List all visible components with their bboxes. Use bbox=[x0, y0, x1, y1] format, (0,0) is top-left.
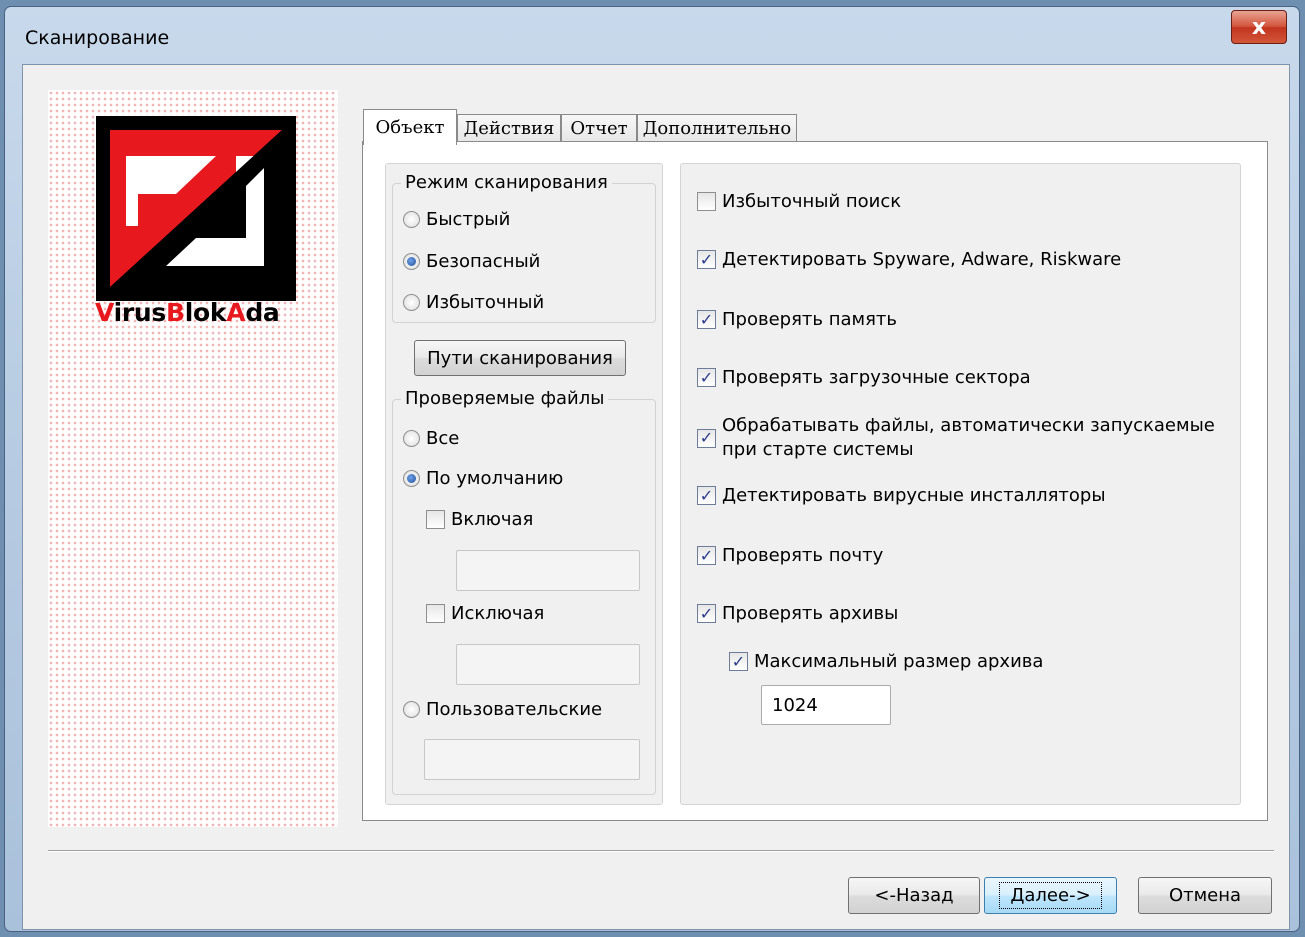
checkbox-including[interactable]: Включая bbox=[426, 509, 533, 530]
scan-paths-button[interactable]: Пути сканирования bbox=[414, 340, 626, 376]
cancel-button[interactable]: Отмена bbox=[1138, 877, 1272, 914]
excluding-input[interactable] bbox=[456, 644, 640, 685]
radio-circle[interactable] bbox=[403, 253, 420, 270]
checkbox-max-archive-size[interactable]: Максимальный размер архива bbox=[729, 651, 1043, 672]
next-button[interactable]: Далее-> bbox=[984, 877, 1117, 914]
scan-mode-title: Режим сканирования bbox=[401, 172, 612, 193]
checkbox-box[interactable] bbox=[697, 604, 716, 623]
radio-fast[interactable]: Быстрый bbox=[403, 209, 510, 230]
checkbox-box[interactable] bbox=[697, 310, 716, 329]
checkbox-check-boot-sectors[interactable]: Проверять загрузочные сектора bbox=[697, 367, 1031, 388]
files-group: Проверяемые файлы Все По умолчанию Включ… bbox=[392, 388, 656, 795]
window-title: Сканирование bbox=[25, 27, 170, 49]
left-panel: Режим сканирования Быстрый Безопасный Из… bbox=[385, 163, 663, 805]
separator-line bbox=[48, 850, 1274, 852]
radio-circle[interactable] bbox=[403, 701, 420, 718]
including-input[interactable] bbox=[456, 550, 640, 591]
custom-files-input[interactable] bbox=[424, 739, 640, 780]
checkbox-box[interactable] bbox=[697, 368, 716, 387]
checkbox-box[interactable] bbox=[697, 486, 716, 505]
radio-circle[interactable] bbox=[403, 211, 420, 228]
checkbox-redundant-search[interactable]: Избыточный поиск bbox=[697, 191, 901, 212]
max-archive-size-input[interactable]: 1024 bbox=[761, 685, 891, 725]
autorun-label: Обрабатывать файлы, автоматически запуск… bbox=[722, 415, 1215, 460]
logo-panel: VirusBlokAda bbox=[48, 90, 338, 827]
close-icon: x bbox=[1251, 14, 1267, 40]
scan-mode-group: Режим сканирования Быстрый Безопасный Из… bbox=[392, 172, 656, 323]
tab-page-object: Режим сканирования Быстрый Безопасный Из… bbox=[362, 141, 1268, 821]
checkbox-excluding[interactable]: Исключая bbox=[426, 603, 544, 624]
back-button[interactable]: <-Назад bbox=[848, 877, 980, 914]
radio-default-files[interactable]: По умолчанию bbox=[403, 468, 563, 489]
checkbox-box[interactable] bbox=[697, 428, 716, 448]
right-panel: Избыточный поиск Детектировать Spyware, … bbox=[680, 163, 1241, 805]
checkbox-box[interactable] bbox=[697, 546, 716, 565]
tab-report[interactable]: Отчет bbox=[561, 114, 637, 142]
checkbox-autorun-files[interactable]: Обрабатывать файлы, автоматически запуск… bbox=[697, 414, 1215, 462]
checkbox-box[interactable] bbox=[426, 510, 445, 529]
checkbox-box[interactable] bbox=[697, 192, 716, 211]
radio-redundant[interactable]: Избыточный bbox=[403, 292, 544, 313]
radio-all-files[interactable]: Все bbox=[403, 428, 459, 449]
dialog-client-area: VirusBlokAda Объект Действия Отчет Допол… bbox=[22, 64, 1290, 930]
radio-circle[interactable] bbox=[403, 294, 420, 311]
brand-name: VirusBlokAda bbox=[95, 298, 280, 327]
checkbox-detect-installers[interactable]: Детектировать вирусные инсталляторы bbox=[697, 485, 1106, 506]
radio-circle[interactable] bbox=[403, 470, 420, 487]
checkbox-box[interactable] bbox=[426, 604, 445, 623]
checkbox-box[interactable] bbox=[729, 652, 748, 671]
tab-object[interactable]: Объект bbox=[363, 109, 457, 145]
close-button[interactable]: x bbox=[1231, 10, 1287, 44]
radio-circle[interactable] bbox=[403, 430, 420, 447]
checkbox-check-mail[interactable]: Проверять почту bbox=[697, 545, 883, 566]
checkbox-detect-spyware[interactable]: Детектировать Spyware, Adware, Riskware bbox=[697, 249, 1121, 270]
checkbox-box[interactable] bbox=[697, 250, 716, 269]
checkbox-check-memory[interactable]: Проверять память bbox=[697, 309, 897, 330]
tab-actions[interactable]: Действия bbox=[457, 114, 561, 142]
radio-safe[interactable]: Безопасный bbox=[403, 251, 540, 272]
dialog-window: Сканирование x VirusBlokAda Объект Дейст… bbox=[4, 6, 1300, 932]
tab-advanced[interactable]: Дополнительно bbox=[637, 114, 797, 142]
radio-custom-files[interactable]: Пользовательские bbox=[403, 699, 602, 720]
files-title: Проверяемые файлы bbox=[401, 388, 609, 409]
virusblokada-logo-icon bbox=[96, 116, 296, 301]
checkbox-check-archives[interactable]: Проверять архивы bbox=[697, 603, 898, 624]
